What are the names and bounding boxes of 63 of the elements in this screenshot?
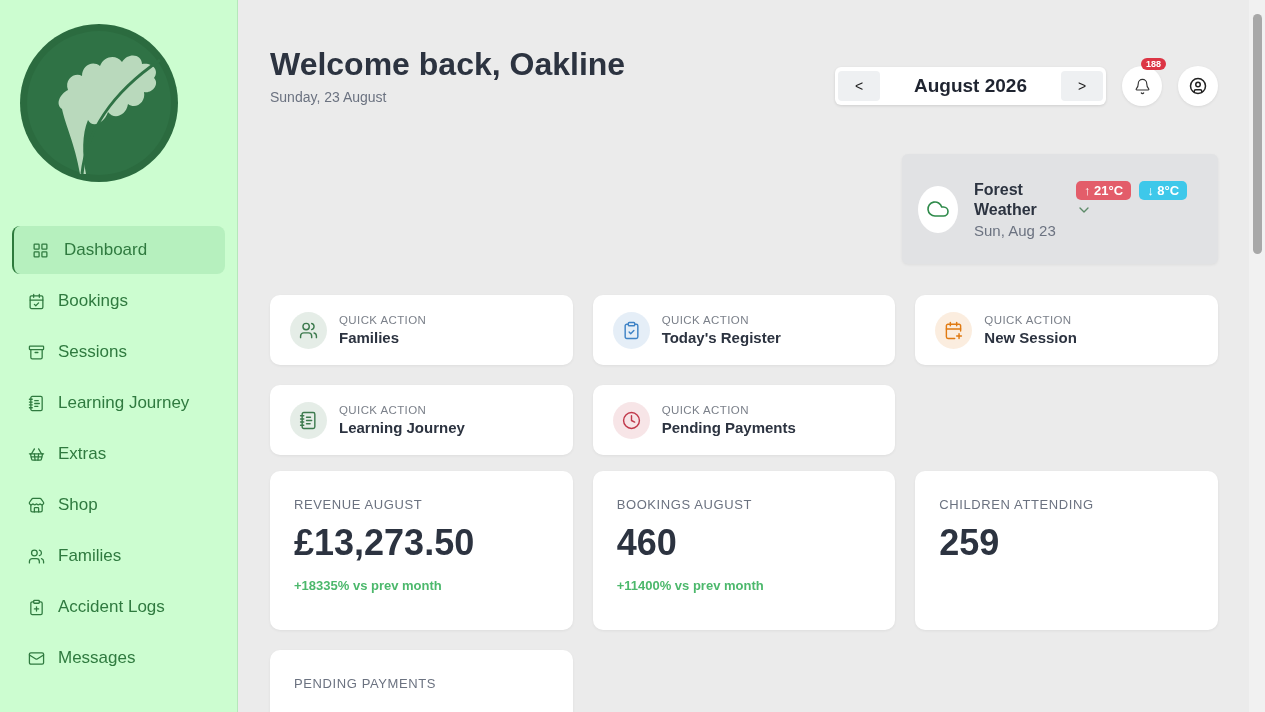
sidebar-item[interactable]: Accident Logs: [12, 583, 225, 631]
bell-icon: [1133, 77, 1151, 95]
previous-month-button[interactable]: <: [838, 71, 880, 101]
page-title: Welcome back, Oakline: [270, 46, 626, 83]
notification-count: 188: [1140, 58, 1166, 70]
low-temperature: ↓ 8°C: [1139, 181, 1188, 200]
sidebar-item[interactable]: Learning Journey: [12, 379, 225, 427]
sidebar-item[interactable]: Dashboard: [12, 226, 225, 274]
quick-action-overline: QUICK ACTION: [339, 314, 427, 326]
clipboard-icon: [621, 320, 641, 340]
quick-action-label: New Session: [984, 329, 1077, 346]
sidebar-item[interactable]: Shop: [12, 481, 225, 529]
quick-action-overline: QUICK ACTION: [984, 314, 1073, 326]
notifications-button[interactable]: [1122, 66, 1162, 106]
clipboard-icon: [28, 598, 45, 616]
calendar-icon: [944, 320, 964, 340]
quick-action-label: Families: [339, 329, 401, 346]
quick-action-card[interactable]: QUICK ACTION Pending Payments: [592, 385, 896, 455]
stat-label: REVENUE AUGUST: [294, 497, 424, 512]
quick-action-overline: QUICK ACTION: [339, 404, 428, 416]
scrollbar[interactable]: [1249, 0, 1265, 712]
current-date: Sunday, 23 August: [270, 89, 388, 105]
quick-action-card[interactable]: QUICK ACTION Families: [270, 295, 573, 365]
sidebar-item[interactable]: Messages: [12, 634, 225, 682]
quick-action-label: Today's Register: [661, 329, 781, 346]
quick-action-overline: QUICK ACTION: [661, 314, 750, 326]
stat-value: 460: [616, 522, 678, 564]
weather-date: Sun, Aug 23: [974, 221, 1057, 239]
stat-change: +11400% vs prev month: [616, 578, 765, 593]
quick-action-card[interactable]: QUICK ACTION Today's Register: [592, 295, 896, 365]
tray-icon: [28, 343, 45, 361]
grid-icon: [32, 241, 49, 259]
quick-action-overline: QUICK ACTION: [661, 404, 750, 416]
quick-action-label: Learning Journey: [339, 419, 465, 436]
stat-value: £13,273.50: [294, 522, 476, 564]
stat-label: CHILDREN ATTENDING: [939, 497, 1095, 512]
clock-icon: [621, 410, 641, 430]
sidebar-item[interactable]: Sessions: [12, 328, 225, 376]
stat-change: +18335% vs prev month: [294, 578, 443, 593]
notebook-icon: [28, 394, 45, 412]
store-icon: [28, 496, 45, 514]
sidebar-item[interactable]: Extras: [12, 430, 225, 478]
people-icon: [28, 547, 45, 565]
quick-action-card[interactable]: QUICK ACTION New Session: [915, 295, 1218, 365]
sidebar-item[interactable]: Bookings: [12, 277, 225, 325]
next-month-button[interactable]: >: [1061, 71, 1103, 101]
basket-icon: [28, 445, 45, 463]
stat-label: PENDING PAYMENTS: [294, 676, 438, 691]
quick-action-label: Pending Payments: [661, 419, 796, 436]
people-icon: [299, 320, 318, 340]
profile-button[interactable]: [1178, 66, 1218, 106]
quick-action-card[interactable]: QUICK ACTION Learning Journey: [270, 385, 573, 455]
high-temperature: ↑ 21°C: [1076, 181, 1132, 200]
mail-icon: [28, 649, 45, 667]
sidebar-item[interactable]: Families: [12, 532, 225, 580]
calendar-icon: [28, 292, 45, 310]
weather-title: Forest Weather: [974, 179, 1038, 220]
user-icon: [1189, 77, 1207, 95]
stat-label: BOOKINGS AUGUST: [616, 497, 754, 512]
scrollbar-thumb[interactable]: [1252, 14, 1262, 254]
notebook-icon: [299, 410, 318, 430]
stat-value: 259: [939, 522, 1001, 564]
month-label: August 2026: [914, 75, 1027, 97]
